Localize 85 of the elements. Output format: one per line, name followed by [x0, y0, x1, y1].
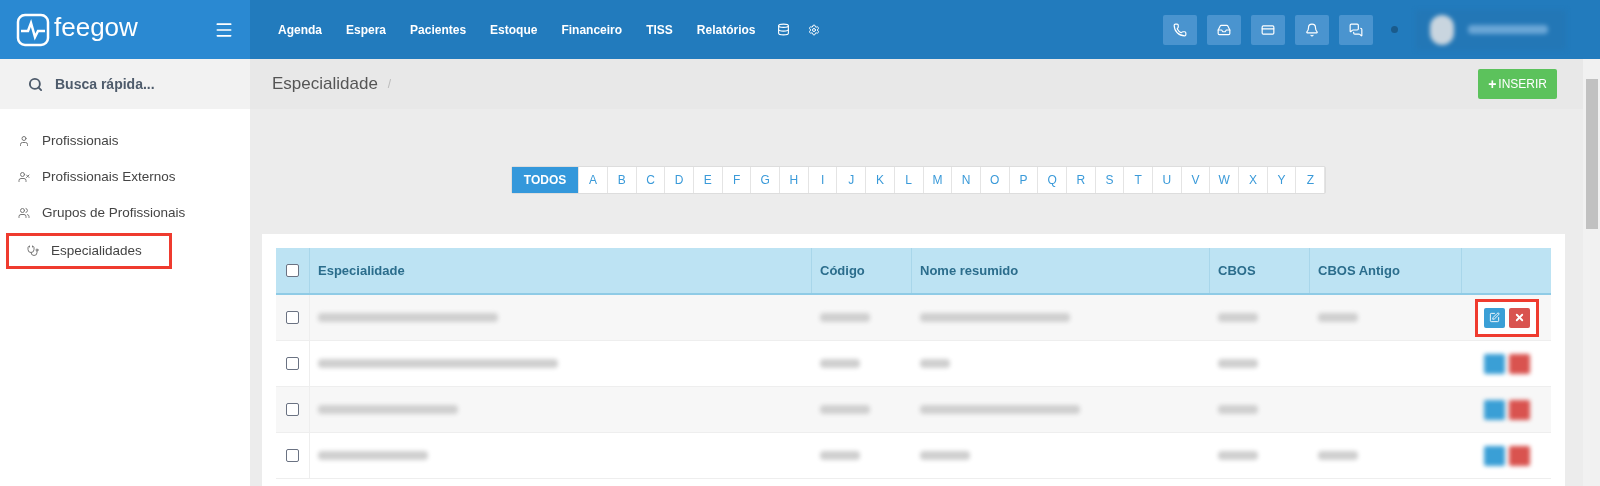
edit-button[interactable]: [1483, 307, 1505, 328]
letter-filter-tab[interactable]: O: [980, 167, 1010, 193]
sidebar-item[interactable]: Profissionais Externos: [0, 159, 250, 195]
nav-link[interactable]: Agenda: [266, 20, 334, 39]
letter-filter-tab[interactable]: P: [1009, 167, 1039, 193]
checkbox[interactable]: [286, 311, 299, 324]
logo-icon: [16, 12, 50, 47]
letter-filter-tab[interactable]: Q: [1038, 167, 1067, 193]
delete-button[interactable]: [1508, 445, 1530, 466]
chat-icon: [1349, 22, 1363, 37]
letter-filter-tab[interactable]: M: [923, 167, 953, 193]
phone-button[interactable]: [1163, 14, 1197, 45]
edit-icon: [1488, 312, 1500, 323]
column-header[interactable]: CBOS: [1210, 248, 1310, 293]
letter-filter-tab[interactable]: F: [722, 167, 752, 193]
column-header[interactable]: CBOS Antigo: [1310, 248, 1462, 293]
letter-filter-tab[interactable]: V: [1181, 167, 1211, 193]
nav-link[interactable]: Estoque: [478, 20, 550, 39]
delete-button[interactable]: [1508, 307, 1530, 328]
edit-button[interactable]: [1483, 445, 1505, 466]
checkbox[interactable]: [286, 449, 299, 462]
letter-filter-tab[interactable]: H: [780, 167, 809, 193]
nav-link[interactable]: Pacientes: [398, 20, 479, 39]
column-header[interactable]: Nome resumido: [912, 248, 1210, 293]
letter-filter-tab[interactable]: D: [665, 167, 695, 193]
letter-filter-tab[interactable]: R: [1066, 167, 1096, 193]
letter-filter-tab[interactable]: C: [636, 167, 666, 193]
stethoscope-icon: [27, 245, 39, 257]
letter-filter-tab[interactable]: I: [808, 167, 838, 193]
letter-filter-tab[interactable]: S: [1095, 167, 1125, 193]
settings-icon[interactable]: [808, 23, 821, 36]
column-header[interactable]: Código: [812, 248, 912, 293]
letter-filter-tab[interactable]: N: [952, 167, 981, 193]
letter-filter-tab[interactable]: K: [866, 167, 895, 193]
users-icon: [18, 207, 30, 219]
user-remove-icon: [18, 171, 30, 183]
letter-filter-tab[interactable]: A: [579, 167, 608, 193]
letter-filter-tab[interactable]: L: [894, 167, 924, 193]
avatar: [1430, 14, 1454, 45]
table-row[interactable]: [276, 295, 1551, 341]
card-icon: [1261, 22, 1275, 37]
letter-filter-tab[interactable]: U: [1153, 167, 1182, 193]
delete-button[interactable]: [1508, 399, 1530, 420]
page-title: Especialidade: [272, 73, 378, 96]
letter-filter-tab[interactable]: TODOS: [511, 167, 580, 193]
chat-button[interactable]: [1339, 14, 1373, 45]
letter-filter-tab[interactable]: E: [694, 167, 723, 193]
sidebar-item[interactable]: Profissionais: [0, 123, 250, 159]
sidebar-item[interactable]: Especialidades: [6, 233, 172, 269]
letter-filter-tab[interactable]: Z: [1296, 167, 1326, 193]
brand-name: feegow: [54, 11, 138, 44]
letter-filter-tab[interactable]: X: [1239, 167, 1268, 193]
insert-button[interactable]: +INSERIR: [1478, 69, 1557, 99]
breadcrumb-separator: /: [387, 76, 392, 93]
inbox-button[interactable]: [1207, 14, 1241, 45]
letter-filter-tab[interactable]: W: [1210, 167, 1240, 193]
bell-icon: [1305, 22, 1319, 37]
nav-link[interactable]: TISS: [634, 20, 685, 39]
edit-button[interactable]: [1483, 399, 1505, 420]
search-icon: [28, 76, 43, 92]
phone-icon: [1173, 22, 1187, 37]
checkbox[interactable]: [286, 264, 299, 277]
nav-link[interactable]: Relatórios: [684, 20, 768, 39]
letter-filter-tab[interactable]: T: [1124, 167, 1154, 193]
letter-filter-tab[interactable]: B: [607, 167, 637, 193]
checkbox[interactable]: [286, 403, 299, 416]
checkbox[interactable]: [286, 357, 299, 370]
nav-link[interactable]: Espera: [334, 20, 399, 39]
nav-link[interactable]: Financeiro: [549, 20, 635, 39]
search-field[interactable]: Busca rápida...: [55, 73, 205, 95]
notifications-button[interactable]: [1295, 14, 1329, 45]
user-icon: [18, 135, 30, 147]
letter-filter-tab[interactable]: G: [751, 167, 781, 193]
close-icon: [1513, 312, 1525, 323]
inbox-icon: [1217, 22, 1231, 37]
search-bar[interactable]: Busca rápida...: [0, 59, 250, 109]
edit-button[interactable]: [1483, 353, 1505, 374]
card-button[interactable]: [1251, 14, 1285, 45]
delete-button[interactable]: [1508, 353, 1530, 374]
letter-filter-tab[interactable]: J: [837, 167, 867, 193]
column-header[interactable]: Especialidade: [310, 248, 812, 293]
letter-filter-tab[interactable]: Y: [1267, 167, 1297, 193]
database-icon[interactable]: [777, 23, 791, 36]
sidebar-item[interactable]: Grupos de Profissionais: [0, 195, 250, 231]
scrollbar[interactable]: [1583, 59, 1600, 486]
